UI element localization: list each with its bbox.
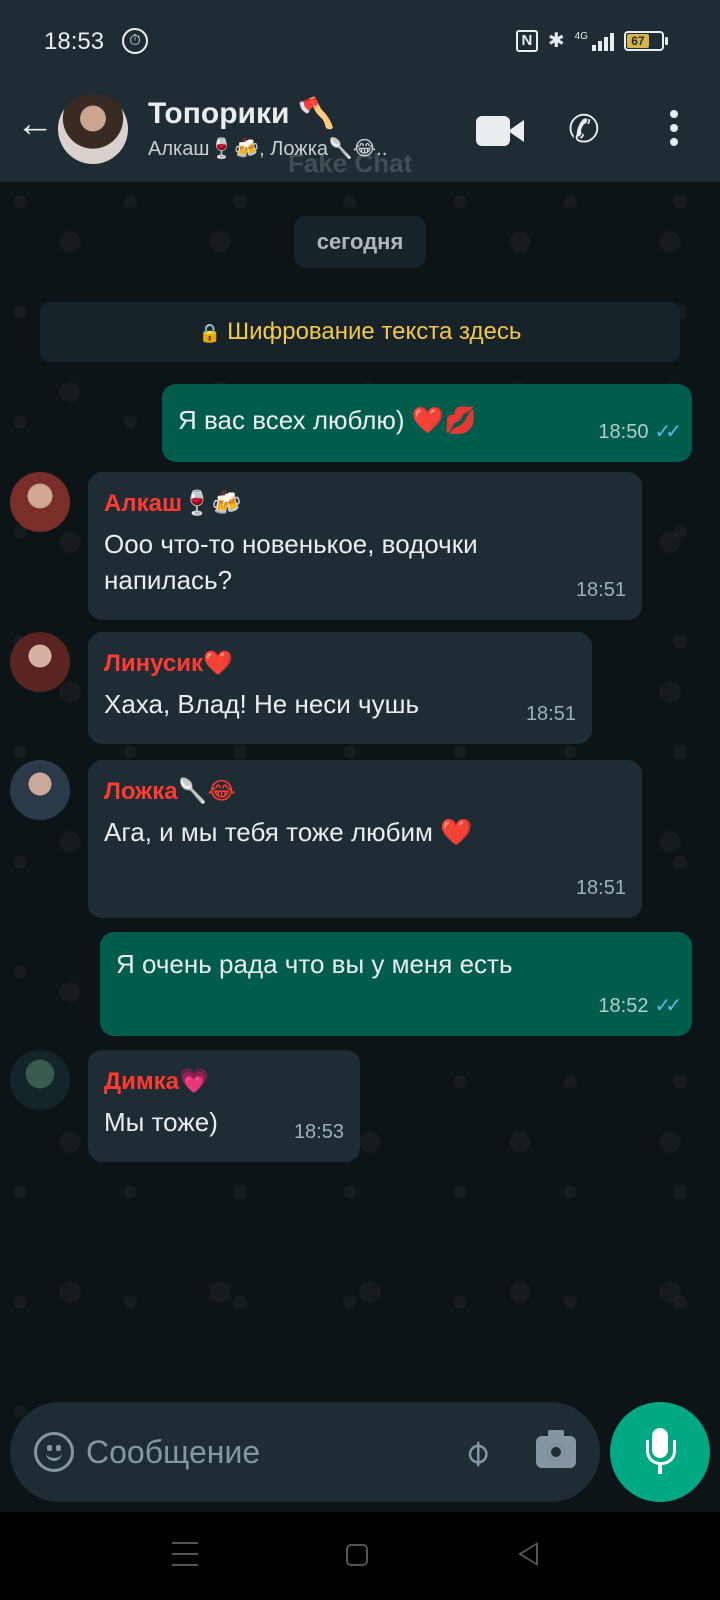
alarm-icon: ⏱ bbox=[122, 28, 148, 54]
avatar[interactable] bbox=[10, 760, 70, 820]
message-time: 18:52 ✓✓ bbox=[598, 988, 681, 1024]
time-text: 18:50 bbox=[598, 421, 649, 443]
sender-name[interactable]: Ложка🥄😂 bbox=[104, 774, 626, 810]
sender-name[interactable]: Димка💗 bbox=[104, 1064, 344, 1100]
bluetooth-icon: ✱ bbox=[547, 30, 565, 52]
phone-icon[interactable]: ✆ bbox=[568, 108, 612, 152]
message-input[interactable] bbox=[86, 1426, 426, 1478]
message-time: 18:53 bbox=[293, 1121, 344, 1143]
message-time: 18:50 ✓✓ bbox=[598, 414, 681, 450]
message-bubble-incoming[interactable]: Линусик❤️ Хаха, Влад! Не неси чушь 18:51 bbox=[88, 632, 592, 744]
camera-icon[interactable] bbox=[536, 1430, 576, 1468]
chat-area[interactable]: сегодня 🔒 Шифрование текста здесь Я вас в… bbox=[0, 182, 720, 1512]
network-label: 4G bbox=[574, 30, 588, 42]
message-text: Ооо что-то новенькое, водочки напилась? bbox=[104, 529, 478, 595]
avatar[interactable] bbox=[10, 1050, 70, 1110]
nfc-icon: N bbox=[515, 29, 538, 52]
sender-name[interactable]: Алкаш🍷🍻 bbox=[104, 486, 626, 522]
voice-message-button[interactable] bbox=[610, 1402, 710, 1502]
status-bar: 18:53 ⏱ N ✱ 4G 67 bbox=[0, 0, 720, 84]
group-title[interactable]: Топорики 🪓 bbox=[148, 96, 335, 131]
attach-icon[interactable]: ⌀ bbox=[446, 1422, 505, 1481]
microphone-icon bbox=[646, 1428, 676, 1465]
message-text: Я вас всех люблю) ❤️💋 bbox=[178, 405, 477, 435]
read-ticks-icon: ✓✓ bbox=[654, 421, 681, 443]
status-icons: N ✱ 4G 67 bbox=[515, 28, 668, 53]
message-time: 18:51 bbox=[525, 703, 576, 725]
system-nav-bar bbox=[0, 1512, 720, 1600]
message-bubble-outgoing[interactable]: Я вас всех люблю) ❤️💋 18:50 ✓✓ bbox=[162, 384, 692, 462]
message-text: Ага, и мы тебя тоже любим ❤️ bbox=[104, 817, 473, 847]
message-bubble-outgoing[interactable]: Я очень рада что вы у меня есть 18:52 ✓✓ bbox=[100, 932, 692, 1036]
recent-apps-icon[interactable] bbox=[172, 1542, 198, 1566]
status-time: 18:53 bbox=[44, 28, 105, 55]
read-ticks-icon: ✓✓ bbox=[654, 995, 681, 1017]
encryption-notice[interactable]: 🔒 Шифрование текста здесь bbox=[40, 302, 680, 362]
home-icon[interactable] bbox=[346, 1544, 368, 1566]
watermark: Fake Chat bbox=[288, 148, 413, 178]
group-avatar[interactable] bbox=[58, 94, 128, 164]
encryption-text: Шифрование текста здесь bbox=[227, 318, 522, 345]
message-text: Хаха, Влад! Не неси чушь bbox=[104, 689, 419, 719]
message-time: 18:51 bbox=[575, 579, 626, 601]
message-text: Я очень рада что вы у меня есть bbox=[116, 949, 513, 979]
lock-icon: 🔒 bbox=[198, 323, 222, 343]
avatar[interactable] bbox=[10, 472, 70, 532]
video-call-icon[interactable] bbox=[476, 116, 524, 146]
message-text: Мы тоже) bbox=[104, 1107, 218, 1137]
back-triangle-icon[interactable] bbox=[518, 1542, 538, 1566]
sender-name[interactable]: Линусик❤️ bbox=[104, 646, 576, 682]
signal-icon: 4G bbox=[575, 31, 614, 51]
battery-level: 67 bbox=[627, 33, 649, 48]
message-time: 18:51 bbox=[575, 877, 626, 899]
message-composer: ⌀ bbox=[10, 1402, 600, 1502]
avatar[interactable] bbox=[10, 632, 70, 692]
microphone-stem bbox=[658, 1464, 662, 1474]
battery-icon: 67 bbox=[624, 30, 668, 51]
chat-header: ← Топорики 🪓 Алкаш🍷🍻, Ложка🥄😂.. Fake Cha… bbox=[0, 84, 720, 182]
emoji-icon[interactable] bbox=[34, 1432, 74, 1472]
time-text: 18:52 bbox=[598, 995, 649, 1017]
message-bubble-incoming[interactable]: Ложка🥄😂 Ага, и мы тебя тоже любим ❤️ 18:… bbox=[88, 760, 642, 918]
more-options-icon[interactable] bbox=[666, 110, 682, 150]
message-bubble-incoming[interactable]: Алкаш🍷🍻 Ооо что-то новенькое, водочки на… bbox=[88, 472, 642, 620]
message-bubble-incoming[interactable]: Димка💗 Мы тоже) 18:53 bbox=[88, 1050, 360, 1162]
arrow-left-icon[interactable]: ← bbox=[16, 105, 56, 146]
date-chip: сегодня bbox=[294, 216, 426, 268]
